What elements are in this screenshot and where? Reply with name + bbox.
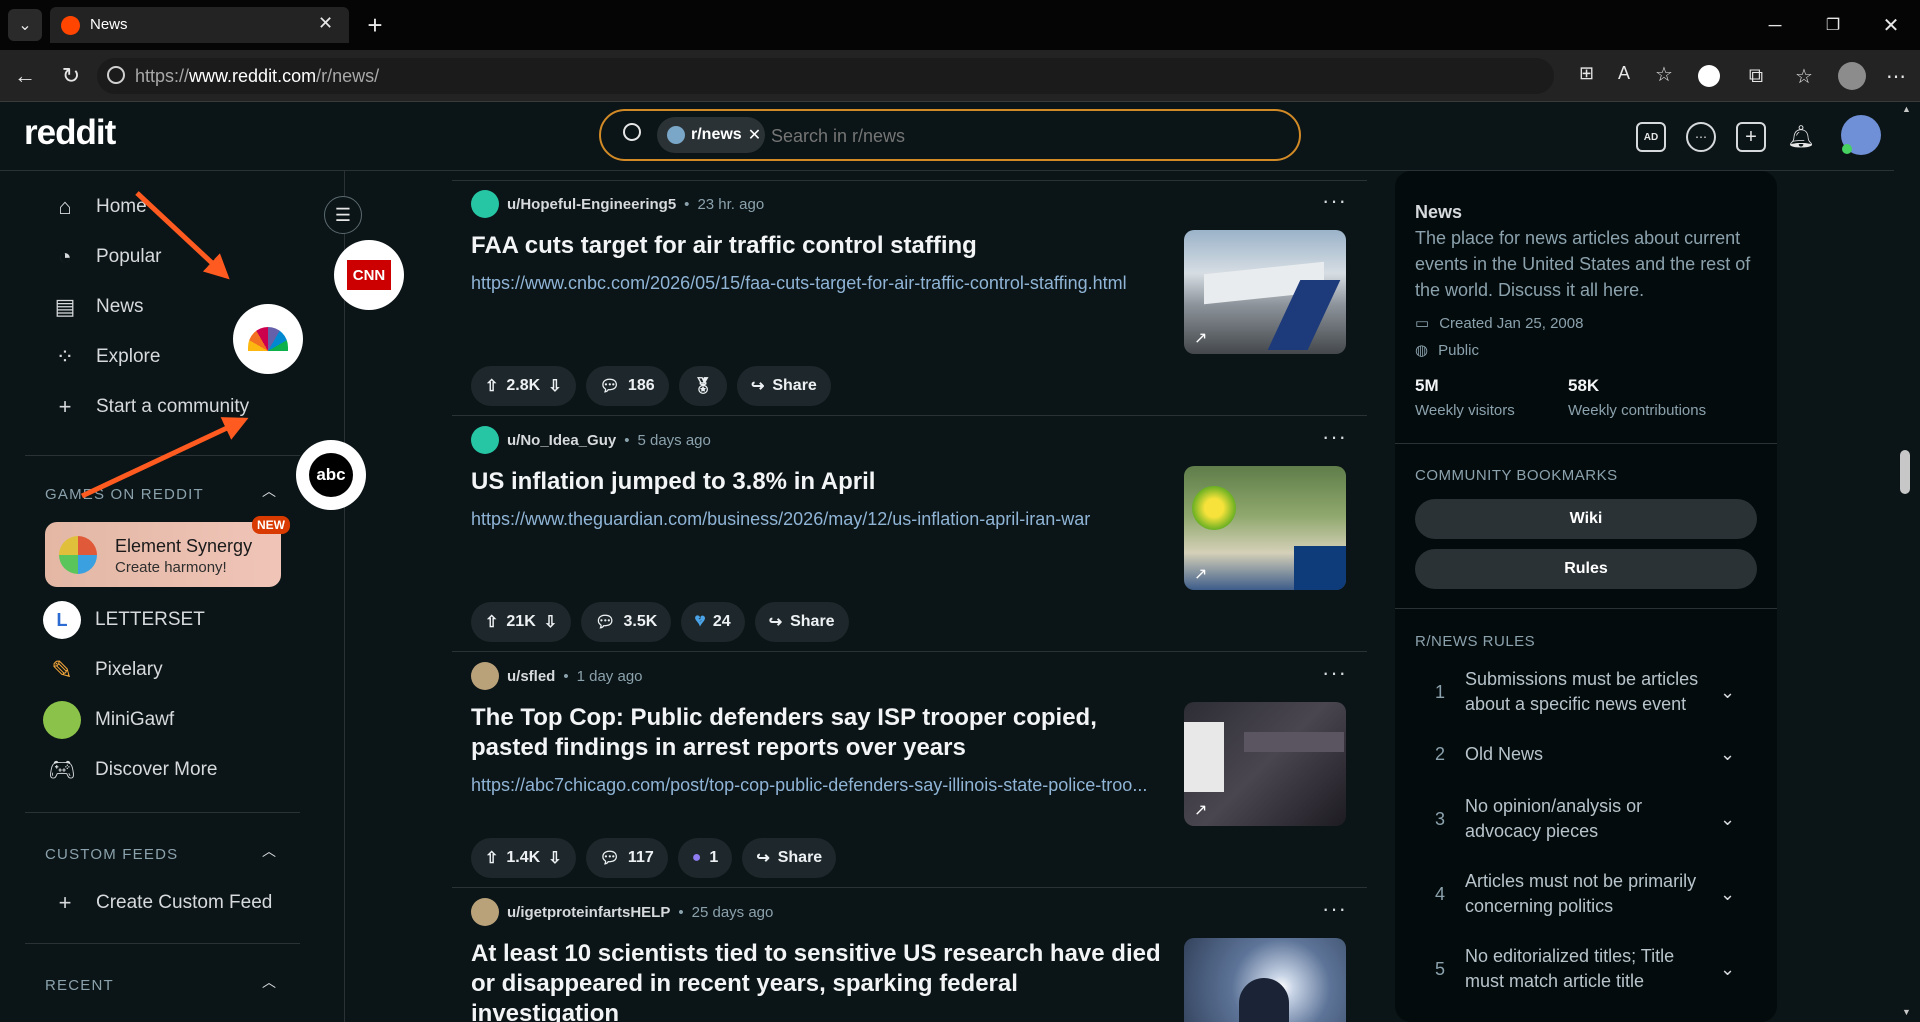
scroll-up-icon[interactable]: ▲ (1902, 104, 1911, 114)
chevron-down-icon[interactable]: ⌄ (1720, 884, 1735, 905)
divider (1395, 608, 1777, 609)
award-icon: 🏅︎ (692, 378, 713, 395)
community-title: News (1415, 202, 1463, 222)
post-time: 1 day ago (576, 667, 643, 685)
author-avatar[interactable] (471, 426, 499, 454)
post-time: 5 days ago (637, 431, 711, 449)
scroll-down-icon[interactable]: ▼ (1902, 1007, 1911, 1017)
upvote-icon[interactable]: ⇧ (485, 376, 498, 396)
vote-control[interactable]: ⇧ 1.4K ⇩ (471, 838, 576, 878)
feed-top-divider (452, 180, 1367, 181)
external-link-icon: ↗ (1194, 566, 1208, 583)
post-link[interactable]: https://www.cnbc.com/2026/05/15/faa-cuts… (471, 273, 1171, 294)
comments-button[interactable]: 💬︎ 117 (585, 838, 668, 878)
share-icon: ↪ (750, 378, 765, 395)
external-link-icon: ↗ (1194, 802, 1208, 819)
community-info-panel: News The place for news articles about c… (1395, 171, 1777, 1022)
rule-item[interactable]: 3 No opinion/analysis or advocacy pieces ⌄ (1415, 794, 1760, 844)
post-thumbnail[interactable]: ↗ (1184, 230, 1346, 354)
chevron-down-icon[interactable]: ⌄ (1720, 959, 1735, 980)
post-link[interactable]: https://www.theguardian.com/business/202… (471, 509, 1171, 530)
post-title[interactable]: At least 10 scientists tied to sensitive… (471, 939, 1171, 1022)
downvote-icon[interactable]: ⇩ (544, 612, 557, 632)
contrib-value: 58K (1568, 376, 1600, 395)
post-options-icon[interactable]: ··· (1322, 660, 1347, 686)
page-scrollbar[interactable]: ▲ ▼ (1894, 102, 1920, 1022)
post-time: 23 hr. ago (697, 195, 765, 213)
post-card[interactable]: u/igetproteinfartsHELP • 25 days ago ···… (452, 898, 1367, 1022)
share-icon: ↪ (756, 850, 770, 867)
post-options-icon[interactable]: ··· (1322, 188, 1347, 214)
cake-icon: ▭ (1415, 315, 1430, 332)
comment-icon: 💬︎ (599, 850, 620, 867)
post-card[interactable]: u/sfled • 1 day ago ··· The Top Cop: Pub… (452, 660, 1367, 886)
created-row: ▭ Created Jan 25, 2008 (1415, 314, 1584, 333)
downvote-icon[interactable]: ⇩ (548, 376, 561, 396)
upvote-icon[interactable]: ⇧ (485, 612, 498, 632)
chevron-down-icon[interactable]: ⌄ (1720, 809, 1735, 830)
globe-icon: ◍ (1415, 342, 1429, 359)
post-author[interactable]: u/sfled (507, 668, 555, 685)
post-divider (452, 415, 1367, 416)
divider (1395, 443, 1777, 444)
rule-item[interactable]: 5 No editorialized titles; Title must mat… (1415, 944, 1760, 994)
share-button[interactable]: ↪ Share (742, 838, 837, 878)
author-avatar[interactable] (471, 898, 499, 926)
vote-control[interactable]: ⇧ 2.8K ⇩ (471, 366, 576, 406)
upvote-icon[interactable]: ⇧ (485, 848, 498, 868)
bookmarks-header: COMMUNITY BOOKMARKS (1415, 467, 1618, 484)
visitors-value: 5M (1415, 376, 1439, 395)
post-options-icon[interactable]: ··· (1322, 898, 1347, 922)
comment-icon: 💬︎ (595, 614, 616, 631)
post-author[interactable]: u/igetproteinfartsHELP (507, 904, 670, 921)
share-button[interactable]: ↪ Share (754, 602, 849, 642)
owl-award-icon: ● (691, 849, 702, 866)
visibility-row: ◍ Public (1415, 341, 1479, 360)
post-time: 25 days ago (691, 903, 774, 921)
award-button[interactable]: 💔︎ 24 (681, 602, 745, 642)
community-description: The place for news articles about curren… (1415, 228, 1751, 300)
chevron-down-icon[interactable]: ⌄ (1720, 744, 1735, 765)
external-link-icon: ↗ (1194, 330, 1208, 347)
rules-header: R/NEWS RULES (1415, 633, 1536, 650)
post-author[interactable]: u/Hopeful-Engineering5 (507, 196, 676, 213)
rule-item[interactable]: 4 Articles must not be primarily concerni… (1415, 869, 1760, 919)
post-author[interactable]: u/No_Idea_Guy (507, 432, 616, 449)
scrollbar-thumb[interactable] (1900, 450, 1910, 494)
award-button[interactable]: 🏅︎ (678, 366, 727, 406)
wiki-button[interactable]: Wiki (1415, 499, 1757, 539)
comments-button[interactable]: 💬︎ 186 (585, 366, 669, 406)
arrow-to-nbc (135, 191, 230, 280)
arrow-to-abc (80, 417, 249, 499)
broken-heart-award-icon: 💔︎ (695, 613, 705, 630)
post-divider (452, 887, 1367, 888)
rules-button[interactable]: Rules (1415, 549, 1757, 589)
post-card[interactable]: u/No_Idea_Guy • 5 days ago ··· US inflat… (452, 424, 1367, 650)
comment-icon: 💬︎ (599, 378, 620, 395)
author-avatar[interactable] (471, 662, 499, 690)
visitors-label: Weekly visitors (1415, 402, 1515, 419)
chevron-down-icon[interactable]: ⌄ (1720, 682, 1735, 703)
author-avatar[interactable] (471, 190, 499, 218)
post-thumbnail[interactable]: ↗ (1184, 702, 1346, 826)
post-divider (452, 651, 1367, 652)
comments-button[interactable]: 💬︎ 3.5K (581, 602, 672, 642)
post-title[interactable]: The Top Cop: Public defenders say ISP tr… (471, 703, 1171, 763)
post-link[interactable]: https://abc7chicago.com/post/top-cop-pub… (471, 775, 1183, 796)
post-title[interactable]: US inflation jumped to 3.8% in April (471, 467, 1171, 497)
contrib-label: Weekly contributions (1568, 402, 1707, 419)
post-thumbnail[interactable] (1184, 938, 1346, 1022)
downvote-icon[interactable]: ⇩ (548, 848, 561, 868)
post-card[interactable]: u/Hopeful-Engineering5 • 23 hr. ago ··· … (452, 188, 1367, 414)
post-options-icon[interactable]: ··· (1322, 424, 1347, 450)
rule-item[interactable]: 1 Submissions must be articles about a sp… (1415, 667, 1760, 717)
post-title[interactable]: FAA cuts target for air traffic control … (471, 231, 1171, 261)
vote-control[interactable]: ⇧ 21K ⇩ (471, 602, 572, 642)
award-button[interactable]: ● 1 (677, 838, 733, 878)
share-button[interactable]: ↪ Share (736, 366, 831, 406)
share-icon: ↪ (768, 614, 783, 631)
rule-item[interactable]: 2 Old News ⌄ (1415, 742, 1760, 767)
post-thumbnail[interactable]: ↗ (1184, 466, 1346, 590)
